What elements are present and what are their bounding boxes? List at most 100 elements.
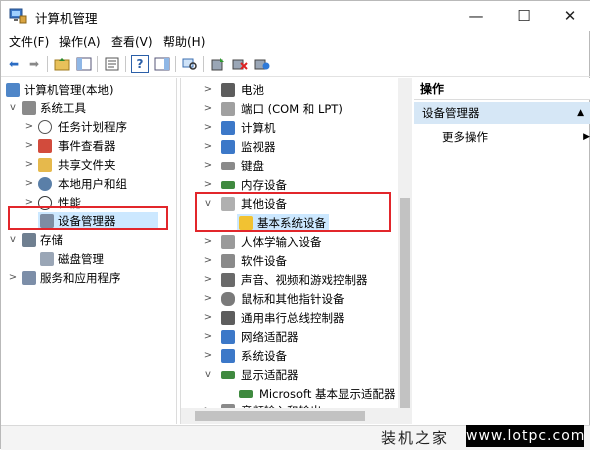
device-category[interactable]: > 端口 (COM 和 LPT) [181, 100, 399, 118]
highlight-box [8, 206, 168, 230]
scan-hardware-icon[interactable] [181, 55, 199, 73]
update-driver-icon[interactable] [209, 55, 227, 73]
device-tree: > 电池 > 端口 (COM 和 LPT) > 计算机 > 监视器 > 键盘 >… [180, 78, 412, 424]
actions-pane: 操作 设备管理器 ▲ 更多操作 ▶ [414, 78, 590, 424]
device-category[interactable]: v 显示适配器 [181, 366, 399, 384]
collapse-chevron-icon[interactable]: > [203, 252, 213, 270]
hid-icon [221, 235, 235, 249]
monitor-icon [221, 140, 235, 154]
submenu-arrow-icon: ▶ [583, 132, 590, 142]
menu-file[interactable]: 文件(F) [9, 33, 49, 50]
actions-section-label: 设备管理器 [422, 106, 480, 120]
navigation-tree: 计算机管理(本地) v 系统工具 > 任务计划程序 > 事件查看器 > 共享文件… [2, 78, 177, 424]
tree-item-task-scheduler[interactable]: > 任务计划程序 [2, 118, 176, 136]
usb-icon [221, 311, 235, 325]
maximize-button[interactable]: ☐ [501, 1, 547, 31]
tree-item-local-users[interactable]: > 本地用户和组 [2, 175, 176, 193]
clock-icon [38, 120, 52, 134]
vertical-scrollbar[interactable] [398, 78, 412, 424]
users-icon [38, 177, 52, 191]
device-item[interactable]: Microsoft 基本显示适配器 [181, 385, 399, 403]
help-icon[interactable]: ? [131, 55, 149, 73]
collapse-chevron-icon[interactable]: > [24, 175, 34, 193]
collapse-chevron-icon[interactable]: > [203, 138, 213, 156]
collapse-chevron-icon[interactable]: > [203, 347, 213, 365]
uninstall-device-icon[interactable] [231, 55, 249, 73]
sound-icon [221, 273, 235, 287]
minimize-button[interactable]: — [453, 1, 499, 31]
collapse-up-icon[interactable]: ▲ [577, 102, 584, 124]
expand-chevron-icon[interactable]: v [203, 366, 213, 384]
display-adapter-icon [221, 371, 235, 379]
action-pane-icon[interactable] [153, 55, 171, 73]
tree-item-storage[interactable]: v 存储 [2, 231, 176, 249]
toolbar: ⬅ ➡ ? [1, 51, 590, 77]
device-category[interactable]: > 通用串行总线控制器 [181, 309, 399, 327]
expand-chevron-icon[interactable]: v [8, 99, 18, 117]
collapse-chevron-icon[interactable]: > [203, 157, 213, 175]
highlight-box [195, 192, 391, 232]
collapse-chevron-icon[interactable]: > [203, 81, 213, 99]
computer-icon [221, 121, 235, 135]
device-category[interactable]: > 软件设备 [181, 252, 399, 270]
watermark-url: www.lotpc.com [466, 425, 584, 447]
close-button[interactable]: ✕ [547, 1, 590, 31]
services-icon [22, 271, 36, 285]
collapse-chevron-icon[interactable]: > [203, 309, 213, 327]
more-actions-item[interactable]: 更多操作 ▶ [442, 126, 590, 148]
disk-icon [40, 252, 54, 266]
shared-folder-icon [38, 158, 52, 172]
menu-action[interactable]: 操作(A) [59, 33, 101, 50]
device-category[interactable]: > 电池 [181, 81, 399, 99]
forward-arrow-icon[interactable]: ➡ [25, 55, 43, 73]
show-hide-tree-icon[interactable] [75, 55, 93, 73]
watermark-text: 装机之家 [381, 429, 450, 447]
device-category[interactable]: > 系统设备 [181, 347, 399, 365]
display-adapter-icon [239, 390, 253, 398]
scrollbar-thumb[interactable] [400, 198, 410, 408]
menu-view[interactable]: 查看(V) [111, 33, 153, 50]
back-arrow-icon[interactable]: ⬅ [5, 55, 23, 73]
device-category[interactable]: > 计算机 [181, 119, 399, 137]
scrollbar-thumb[interactable] [195, 411, 365, 421]
up-folder-icon[interactable] [53, 55, 71, 73]
collapse-chevron-icon[interactable]: > [8, 269, 18, 287]
device-category[interactable]: > 声音、视频和游戏控制器 [181, 271, 399, 289]
collapse-chevron-icon[interactable]: > [203, 290, 213, 308]
collapse-chevron-icon[interactable]: > [24, 137, 34, 155]
expand-chevron-icon[interactable]: v [8, 231, 18, 249]
collapse-chevron-icon[interactable]: > [203, 271, 213, 289]
storage-icon [22, 233, 36, 247]
menu-bar: 文件(F) 操作(A) 查看(V) 帮助(H) [1, 31, 590, 51]
horizontal-scrollbar[interactable] [181, 408, 398, 424]
tree-item-computer-management[interactable]: 计算机管理(本地) [2, 81, 176, 99]
collapse-chevron-icon[interactable]: > [203, 100, 213, 118]
enable-device-icon[interactable] [253, 55, 271, 73]
collapse-chevron-icon[interactable]: > [24, 118, 34, 136]
event-viewer-icon [38, 139, 52, 153]
computer-management-icon [9, 8, 27, 24]
device-category[interactable]: > 鼠标和其他指针设备 [181, 290, 399, 308]
device-category[interactable]: > 监视器 [181, 138, 399, 156]
mouse-icon [221, 292, 235, 306]
window-title: 计算机管理 [35, 11, 98, 26]
menu-help[interactable]: 帮助(H) [163, 33, 205, 50]
memory-icon [221, 181, 235, 189]
network-icon [221, 330, 235, 344]
tree-item-disk-management[interactable]: 磁盘管理 [2, 250, 176, 268]
collapse-chevron-icon[interactable]: > [203, 233, 213, 251]
collapse-chevron-icon[interactable]: > [203, 119, 213, 137]
collapse-chevron-icon[interactable]: > [203, 328, 213, 346]
tree-item-shared-folders[interactable]: > 共享文件夹 [2, 156, 176, 174]
device-category[interactable]: > 键盘 [181, 157, 399, 175]
properties-icon[interactable] [103, 55, 121, 73]
system-device-icon [221, 349, 235, 363]
tree-item-system-tools[interactable]: v 系统工具 [2, 99, 176, 117]
tree-item-services-apps[interactable]: > 服务和应用程序 [2, 269, 176, 287]
tree-item-event-viewer[interactable]: > 事件查看器 [2, 137, 176, 155]
device-category[interactable]: > 网络适配器 [181, 328, 399, 346]
system-tools-icon [22, 101, 36, 115]
actions-section-device-manager[interactable]: 设备管理器 ▲ [414, 102, 590, 124]
collapse-chevron-icon[interactable]: > [24, 156, 34, 174]
device-category[interactable]: > 人体学输入设备 [181, 233, 399, 251]
